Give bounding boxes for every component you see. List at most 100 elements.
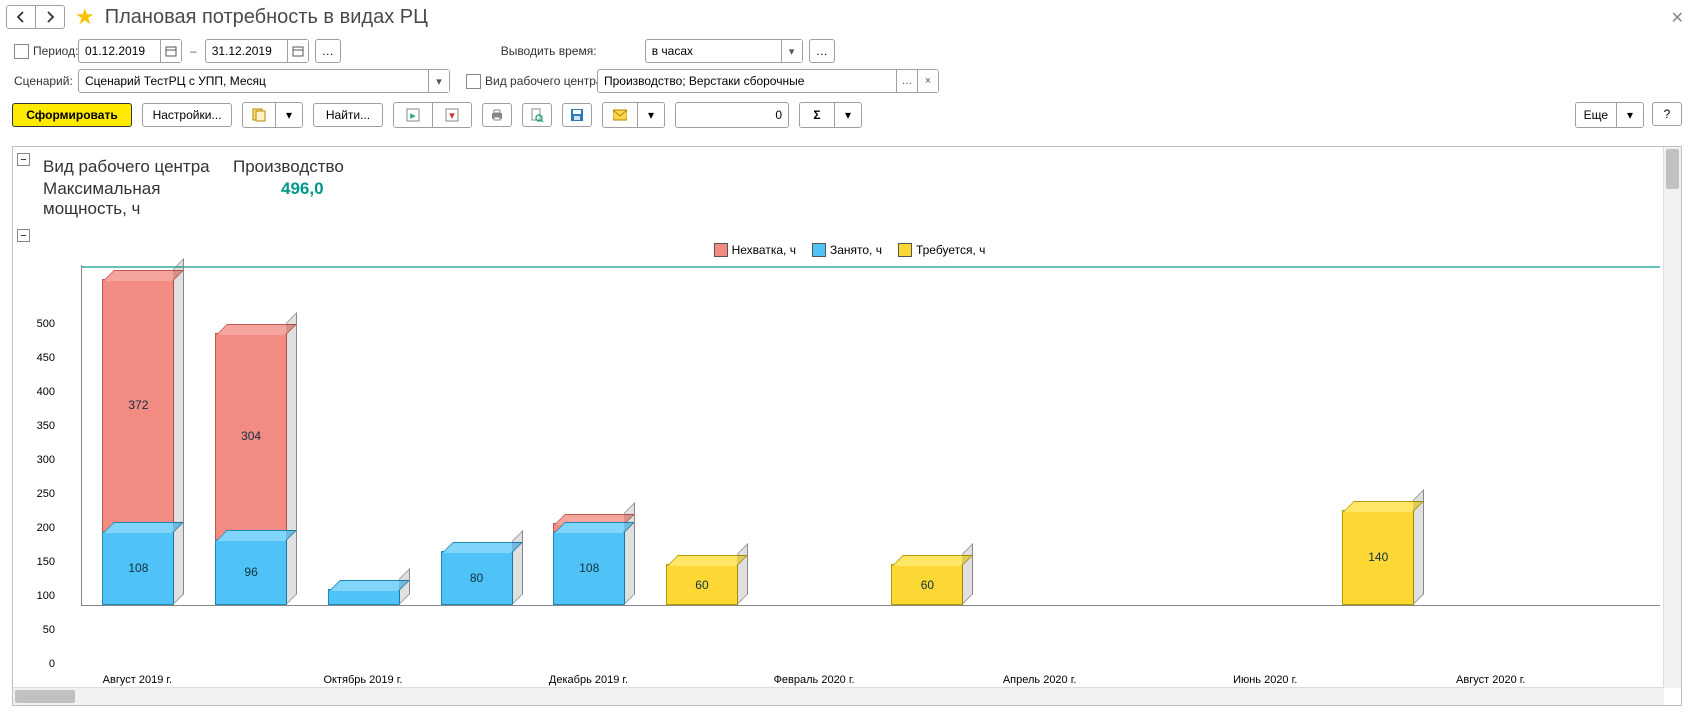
numeric-input[interactable]: 0 [675, 102, 789, 128]
bar-segment-yellow: 140 [1342, 510, 1414, 605]
settings-button[interactable]: Настройки... [142, 103, 232, 127]
close-icon[interactable]: ✕ [1671, 8, 1684, 28]
outline-collapse-2[interactable]: − [17, 229, 30, 242]
time-more-button[interactable]: … [809, 39, 835, 63]
svg-text:▾: ▾ [449, 110, 455, 122]
bar-segment-blue: 108 [553, 532, 625, 605]
vrc-field[interactable]: Производство; Верстаки сборочные … × [597, 69, 939, 93]
x-tick-label: Октябрь 2019 г. [307, 674, 420, 686]
legend-swatch-busy [812, 243, 826, 257]
date-to-field[interactable]: 31.12.2019 [205, 39, 309, 63]
back-button[interactable] [7, 6, 35, 28]
vrc-checkbox[interactable] [466, 74, 481, 89]
vrc-clear-icon[interactable]: × [917, 70, 938, 92]
header-l2: Максимальная мощность, ч [43, 179, 233, 219]
chart-bar-slot [1435, 265, 1548, 605]
more-button[interactable]: Еще ▾ [1575, 102, 1644, 128]
bar-value-label: 60 [695, 578, 708, 592]
scenario-label: Сценарий: [14, 74, 72, 88]
chart-bar-slot [1209, 265, 1322, 605]
bar-value-label: 304 [241, 429, 261, 443]
y-tick-label: 250 [37, 488, 55, 500]
header-l1: Вид рабочего центра [43, 157, 233, 177]
favorite-star-icon[interactable]: ★ [75, 4, 95, 30]
settings-variants-dropdown-icon[interactable]: ▾ [275, 103, 302, 127]
chart-bar: 80 [441, 551, 513, 605]
bar-segment-blue [328, 589, 400, 605]
chart-bar-slot: 304 96 [195, 265, 308, 605]
vertical-scrollbar[interactable] [1663, 147, 1681, 688]
help-button[interactable]: ? [1652, 102, 1682, 126]
y-tick-label: 500 [37, 318, 55, 330]
header-v2: 496,0 [233, 179, 1664, 219]
bar-segment-blue: 108 [102, 532, 174, 605]
preview-button[interactable] [522, 103, 552, 127]
sum-dropdown-icon[interactable]: ▾ [834, 103, 861, 127]
chart-bar: 60 [891, 564, 963, 605]
date-to-calendar-icon[interactable] [287, 40, 308, 62]
chart-bar [328, 589, 400, 605]
save-button[interactable] [562, 103, 592, 127]
email-dropdown-icon[interactable]: ▾ [637, 103, 664, 127]
chart-bar-slot: 60 [871, 265, 984, 605]
date-from-field[interactable]: 01.12.2019 [78, 39, 182, 63]
print-button[interactable] [482, 103, 512, 127]
period-more-button[interactable]: … [315, 39, 341, 63]
numeric-value: 0 [775, 108, 782, 122]
header-v1: Производство [233, 157, 1664, 177]
bar-segment-red: 372 [102, 279, 174, 532]
bar-value-label: 80 [470, 571, 483, 585]
more-dropdown-icon[interactable]: ▾ [1616, 103, 1643, 127]
find-button[interactable]: Найти... [313, 103, 383, 127]
sigma-icon: Σ [800, 103, 834, 127]
bar-value-label: 108 [128, 561, 148, 575]
outline-gutter: − − [13, 147, 36, 688]
bar-value-label: 108 [579, 561, 599, 575]
sum-button[interactable]: Σ ▾ [799, 102, 862, 128]
horizontal-scrollbar[interactable] [13, 687, 1664, 705]
legend-swatch-shortage [714, 243, 728, 257]
more-label: Еще [1576, 103, 1616, 127]
email-icon [603, 103, 637, 127]
expand-all-button[interactable]: ▸ [394, 103, 432, 127]
chart-bar-slot [307, 265, 420, 605]
date-range-dash: – [190, 44, 197, 58]
legend-label-shortage: Нехватка, ч [732, 243, 796, 257]
svg-text:▸: ▸ [410, 110, 416, 122]
collapse-all-button[interactable]: ▾ [432, 103, 471, 127]
vrc-label: Вид рабочего центра: [485, 74, 606, 88]
legend-label-required: Требуется, ч [916, 243, 985, 257]
legend-label-busy: Занято, ч [830, 243, 882, 257]
bar-segment-yellow: 60 [666, 564, 738, 605]
email-button[interactable]: ▾ [602, 102, 665, 128]
chart-bar-slot [984, 265, 1097, 605]
chart-bar-slot [1547, 265, 1660, 605]
bar-segment-blue: 80 [441, 551, 513, 605]
bar-value-label: 372 [128, 398, 148, 412]
outline-collapse-1[interactable]: − [17, 153, 30, 166]
vrc-more-icon[interactable]: … [896, 70, 917, 92]
settings-variants-button[interactable]: ▾ [242, 102, 303, 128]
forward-button[interactable] [35, 6, 64, 28]
date-from-value: 01.12.2019 [79, 40, 160, 62]
chart-bar: 12108 [553, 523, 625, 605]
chart-bar: 140 [1342, 510, 1414, 605]
time-dropdown-icon[interactable]: ▾ [781, 40, 802, 62]
bar-segment-blue: 96 [215, 540, 287, 605]
chart-bar: 372 108 [102, 279, 174, 605]
chart-bar-slot: 140 [1322, 265, 1435, 605]
chart-bar-slot [758, 265, 871, 605]
time-dropdown[interactable]: в часах ▾ [645, 39, 803, 63]
x-tick-label: Июнь 2020 г. [1209, 674, 1322, 686]
nav-back-forward[interactable] [6, 5, 65, 29]
y-tick-label: 350 [37, 420, 55, 432]
date-from-calendar-icon[interactable] [160, 40, 181, 62]
period-checkbox[interactable] [14, 44, 29, 59]
generate-button[interactable]: Сформировать [12, 103, 132, 127]
scenario-dropdown[interactable]: Сценарий ТестРЦ с УПП, Месяц ▾ [78, 69, 450, 93]
bar-segment-red: 304 [215, 333, 287, 540]
time-label: Выводить время: [501, 44, 639, 58]
legend-swatch-required [898, 243, 912, 257]
scenario-dropdown-icon[interactable]: ▾ [428, 70, 449, 92]
chart-bar-slot [1096, 265, 1209, 605]
